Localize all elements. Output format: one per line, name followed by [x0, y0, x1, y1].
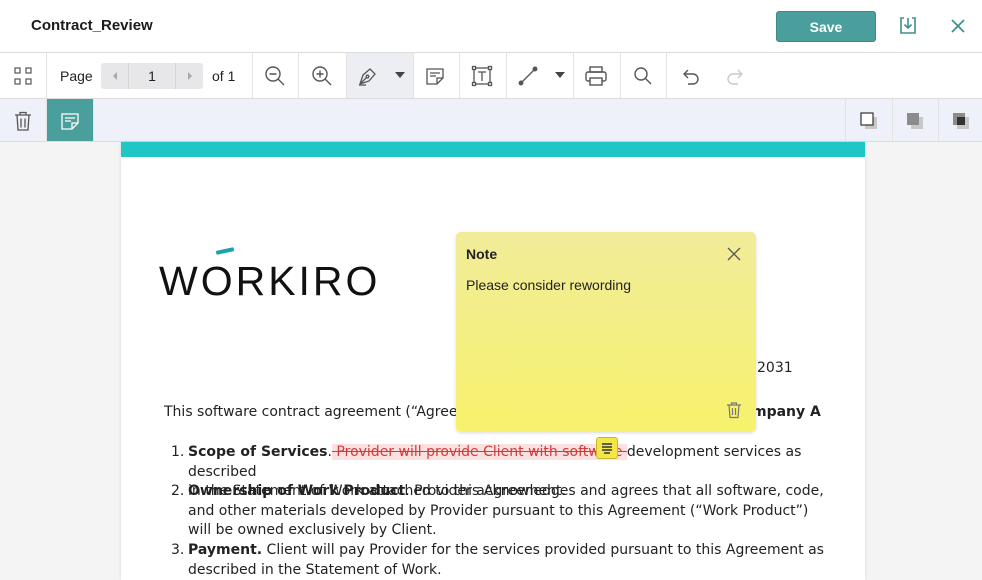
trash-icon[interactable] [10, 108, 36, 134]
title-bar: Contract_Review Save [0, 0, 982, 53]
page-number-input[interactable] [128, 63, 176, 89]
note-popup[interactable]: Note Please consider rewording [456, 232, 756, 432]
zoom-in-icon[interactable] [309, 63, 335, 89]
line-tool-icon[interactable] [515, 63, 541, 89]
close-icon[interactable] [946, 14, 970, 38]
note-marker-icon[interactable] [596, 437, 618, 459]
sticky-note-icon[interactable] [57, 108, 83, 134]
logo-accent [215, 247, 235, 255]
clause-3-title: Payment. [188, 542, 263, 558]
main-toolbar: Page of 1 [0, 53, 982, 99]
page-label: Page [60, 68, 93, 84]
document-title: Contract_Review [31, 17, 153, 34]
company-logo: WORKIRO [159, 258, 381, 304]
note-text[interactable]: Please consider rewording [466, 277, 631, 293]
undo-icon[interactable] [677, 63, 703, 89]
clause-2-title: Ownership of Work Product [188, 483, 406, 499]
sticky-note-tool-icon[interactable] [422, 63, 448, 89]
close-icon[interactable] [724, 244, 744, 264]
zoom-out-icon[interactable] [262, 63, 288, 89]
thumbnails-grid-icon[interactable] [10, 63, 36, 89]
text-box-tool-icon[interactable] [469, 63, 495, 89]
trash-icon[interactable] [724, 400, 744, 420]
fill-color-icon[interactable] [902, 108, 928, 134]
intro-text-party: mpany A [752, 404, 821, 420]
redo-icon[interactable] [723, 63, 749, 89]
line-tool-dropdown-icon[interactable] [552, 67, 568, 83]
page-header-band [121, 142, 865, 157]
document-date: 2031 [757, 360, 793, 376]
save-button[interactable]: Save [776, 11, 876, 42]
pen-tool-dropdown-icon[interactable] [392, 67, 408, 83]
intro-text: This software contract agreement (“Agree… [164, 404, 489, 420]
page-count: of 1 [212, 68, 236, 84]
strikethrough-annotation[interactable]: Provider will provide Client with softwa… [331, 444, 627, 460]
print-icon[interactable] [582, 63, 610, 89]
previous-page-button[interactable] [101, 63, 128, 89]
note-title: Note [466, 246, 498, 262]
pen-tool-icon[interactable] [355, 63, 381, 89]
clause-1-title: Scope of Services [188, 444, 328, 460]
search-icon[interactable] [630, 63, 656, 89]
annotation-toolbar [0, 99, 982, 142]
border-color-icon[interactable] [856, 108, 882, 134]
download-icon[interactable] [896, 14, 920, 38]
next-page-button[interactable] [176, 63, 203, 89]
opacity-icon[interactable] [948, 108, 974, 134]
